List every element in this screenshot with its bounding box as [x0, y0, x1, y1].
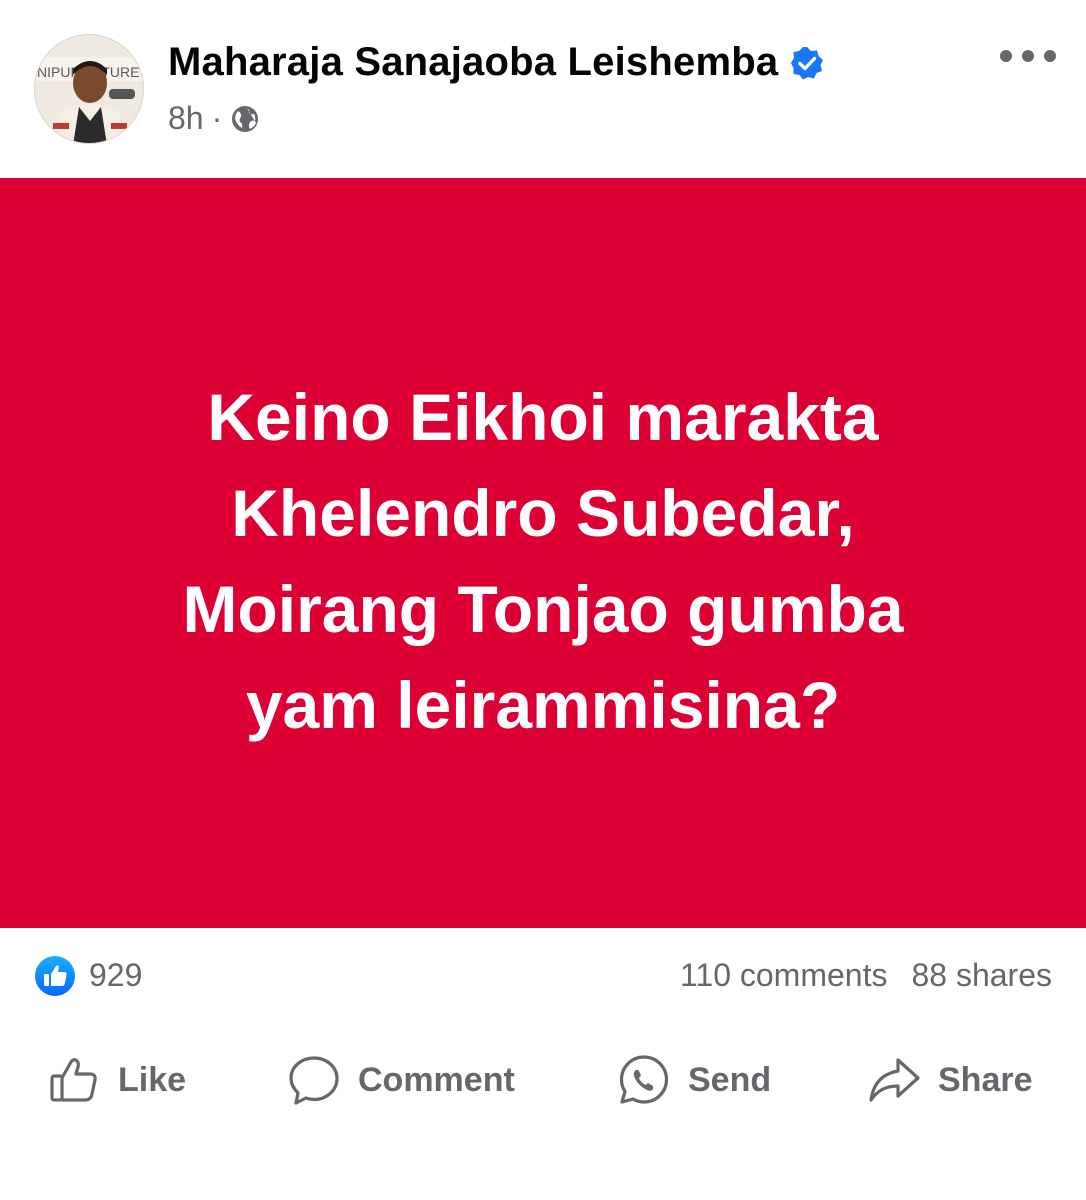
like-label: Like: [118, 1060, 187, 1099]
whatsapp-icon: [619, 1055, 669, 1104]
post-header: NIPUR ULTURE Maharaja Sanajaoba Leishemb…: [0, 0, 1086, 178]
action-bar: Like Comment Send Share: [0, 1040, 1086, 1120]
more-options-icon[interactable]: [1000, 42, 1056, 70]
post-text-card[interactable]: Keino Eikhoi marakta Khelendro Subedar, …: [0, 178, 1086, 928]
share-arrow-icon: [869, 1058, 920, 1102]
comments-count[interactable]: 110 comments: [680, 955, 888, 995]
thumbs-up-icon: [50, 1058, 97, 1102]
comment-button[interactable]: Comment: [286, 1040, 515, 1120]
post-text-line: Khelendro Subedar,: [231, 476, 855, 550]
meta-separator: ·: [211, 100, 223, 136]
post-text: Keino Eikhoi marakta Khelendro Subedar, …: [63, 369, 1023, 753]
globe-icon[interactable]: [230, 104, 260, 134]
post-meta: 8h ·: [168, 100, 260, 137]
send-label: Send: [688, 1060, 772, 1099]
more-dot: [1000, 50, 1012, 62]
post-text-line: Keino Eikhoi marakta: [207, 380, 879, 454]
like-button[interactable]: Like: [46, 1040, 186, 1120]
facebook-post: NIPUR ULTURE Maharaja Sanajaoba Leishemb…: [0, 0, 1086, 1200]
post-text-line: yam leirammisina?: [245, 668, 841, 742]
comment-icon: [289, 1056, 339, 1105]
comment-label: Comment: [358, 1060, 515, 1099]
share-label: Share: [938, 1060, 1033, 1099]
verified-badge-icon: [790, 46, 824, 80]
send-button[interactable]: Send: [616, 1040, 771, 1120]
post-time[interactable]: 8h: [168, 100, 204, 137]
engagement-counts: 110 comments 88 shares: [680, 955, 1052, 995]
author-name[interactable]: Maharaja Sanajaoba Leishemba: [168, 40, 778, 85]
share-button[interactable]: Share: [866, 1040, 1033, 1120]
author-avatar[interactable]: NIPUR ULTURE: [34, 34, 144, 144]
like-reaction-icon[interactable]: [34, 955, 76, 997]
author-row: Maharaja Sanajaoba Leishemba: [168, 40, 824, 85]
more-dot: [1022, 50, 1034, 62]
shares-count[interactable]: 88 shares: [911, 955, 1052, 995]
reaction-count[interactable]: 929: [89, 955, 142, 995]
post-text-line: Moirang Tonjao gumba: [182, 572, 904, 646]
avatar-photo: NIPUR ULTURE: [35, 35, 143, 143]
more-dot: [1044, 50, 1056, 62]
